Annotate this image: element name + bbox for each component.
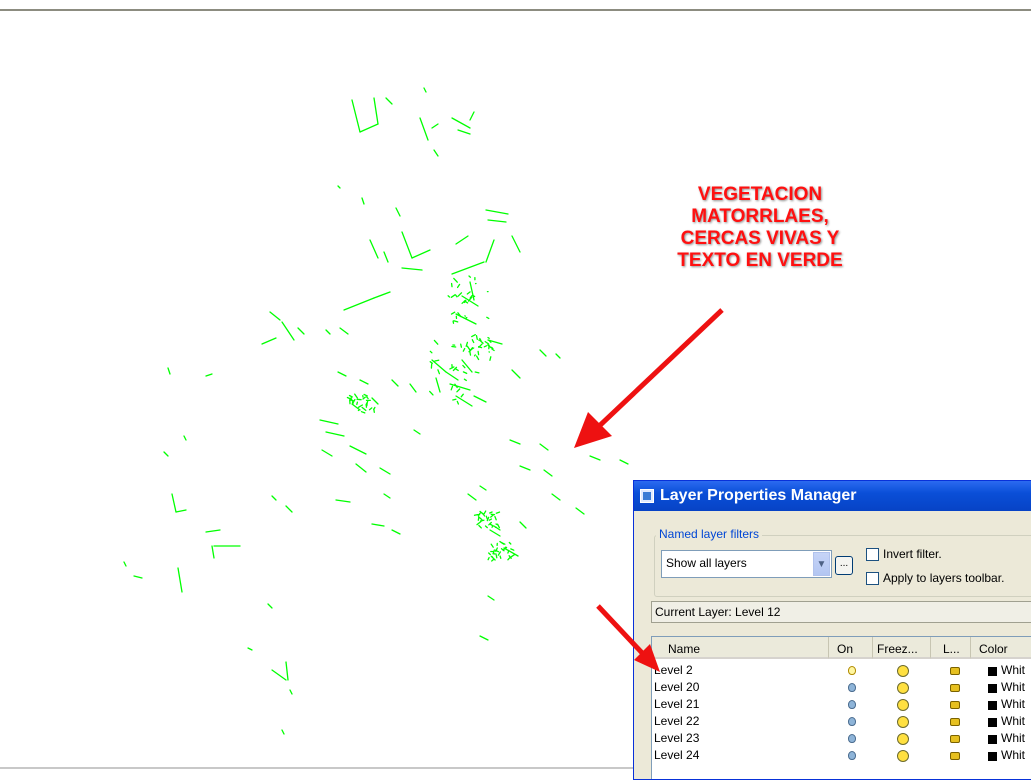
light-bulb-icon[interactable] — [848, 683, 856, 692]
lock-icon[interactable] — [950, 718, 960, 726]
layer-color-name: Whit — [1001, 680, 1025, 694]
sun-icon[interactable] — [897, 716, 909, 728]
color-swatch[interactable] — [988, 735, 997, 744]
light-bulb-icon[interactable] — [848, 734, 856, 743]
lock-icon[interactable] — [950, 701, 960, 709]
column-header-on[interactable]: On — [829, 637, 873, 659]
layer-properties-dialog: Layer Properties Manager Named layer fil… — [633, 480, 1031, 780]
layer-color-name: Whit — [1001, 663, 1025, 677]
color-swatch[interactable] — [988, 752, 997, 761]
lock-icon[interactable] — [950, 735, 960, 743]
color-swatch[interactable] — [988, 718, 997, 727]
named-filters-legend: Named layer filters — [656, 527, 762, 541]
apply-toolbar-label: Apply to layers toolbar. — [883, 571, 1004, 585]
sun-icon[interactable] — [897, 665, 909, 677]
layer-color-name: Whit — [1001, 731, 1025, 745]
sun-icon[interactable] — [897, 750, 909, 762]
vegetation-linework — [124, 88, 628, 734]
filter-browse-button[interactable]: ... — [835, 556, 853, 575]
filter-select-value: Show all layers — [666, 556, 747, 570]
sun-icon[interactable] — [897, 682, 909, 694]
invert-filter-checkbox[interactable]: Invert filter. — [866, 547, 942, 561]
lock-icon[interactable] — [950, 752, 960, 760]
checkbox-box[interactable] — [866, 548, 879, 561]
light-bulb-icon[interactable] — [848, 700, 856, 709]
layer-color-name: Whit — [1001, 697, 1025, 711]
checkbox-box[interactable] — [866, 572, 879, 585]
layer-row[interactable]: Level 21 Whit — [652, 696, 1031, 713]
dialog-title: Layer Properties Manager — [660, 487, 857, 505]
column-header-freeze[interactable]: Freez... — [873, 637, 931, 659]
column-header-name[interactable]: Name — [652, 637, 829, 659]
annotation-line: CERCAS VIVAS Y — [640, 228, 880, 250]
light-bulb-icon[interactable] — [848, 751, 856, 760]
current-layer-value: Level 12 — [735, 605, 780, 619]
current-layer-bar: Current Layer: Level 12 — [651, 601, 1031, 623]
chevron-down-icon[interactable]: ▼ — [813, 552, 830, 576]
color-swatch[interactable] — [988, 667, 997, 676]
bottom-separator — [0, 767, 640, 769]
color-swatch[interactable] — [988, 701, 997, 710]
column-header-color[interactable]: Color — [971, 637, 1031, 659]
layer-manager-icon — [640, 489, 654, 503]
light-bulb-icon[interactable] — [848, 666, 856, 675]
column-header-lock[interactable]: L... — [931, 637, 971, 659]
layer-color-name: Whit — [1001, 748, 1025, 762]
annotation-line: MATORRLAES, — [640, 206, 880, 228]
annotation-line: VEGETACION — [640, 184, 880, 206]
annotation-line: TEXTO EN VERDE — [640, 250, 880, 272]
layer-name: Level 24 — [654, 748, 699, 762]
lock-icon[interactable] — [950, 667, 960, 675]
lock-icon[interactable] — [950, 684, 960, 692]
filter-select[interactable]: Show all layers ▼ — [661, 550, 832, 578]
annotation-arrow-icon — [590, 600, 670, 680]
light-bulb-icon[interactable] — [848, 717, 856, 726]
layer-name: Level 22 — [654, 714, 699, 728]
layer-row[interactable]: Level 22 Whit — [652, 713, 1031, 730]
layer-row[interactable]: Level 24 Whit — [652, 747, 1031, 764]
layer-list[interactable]: Name On Freez... L... Color Level 2WhitL… — [651, 636, 1031, 780]
annotation-arrow-icon — [560, 300, 740, 460]
invert-filter-label: Invert filter. — [883, 547, 942, 561]
layer-color-name: Whit — [1001, 714, 1025, 728]
color-swatch[interactable] — [988, 684, 997, 693]
layer-row[interactable]: Level 23 Whit — [652, 730, 1031, 747]
layer-row[interactable]: Level 2Whit — [652, 662, 1031, 679]
sun-icon[interactable] — [897, 699, 909, 711]
apply-toolbar-checkbox[interactable]: Apply to layers toolbar. — [866, 571, 1004, 585]
vegetation-annotation: VEGETACION MATORRLAES, CERCAS VIVAS Y TE… — [640, 184, 880, 272]
layer-name: Level 21 — [654, 697, 699, 711]
dialog-titlebar[interactable]: Layer Properties Manager — [634, 481, 1031, 511]
layer-row[interactable]: Level 20 Whit — [652, 679, 1031, 696]
sun-icon[interactable] — [897, 733, 909, 745]
layer-name: Level 23 — [654, 731, 699, 745]
layer-name: Level 20 — [654, 680, 699, 694]
